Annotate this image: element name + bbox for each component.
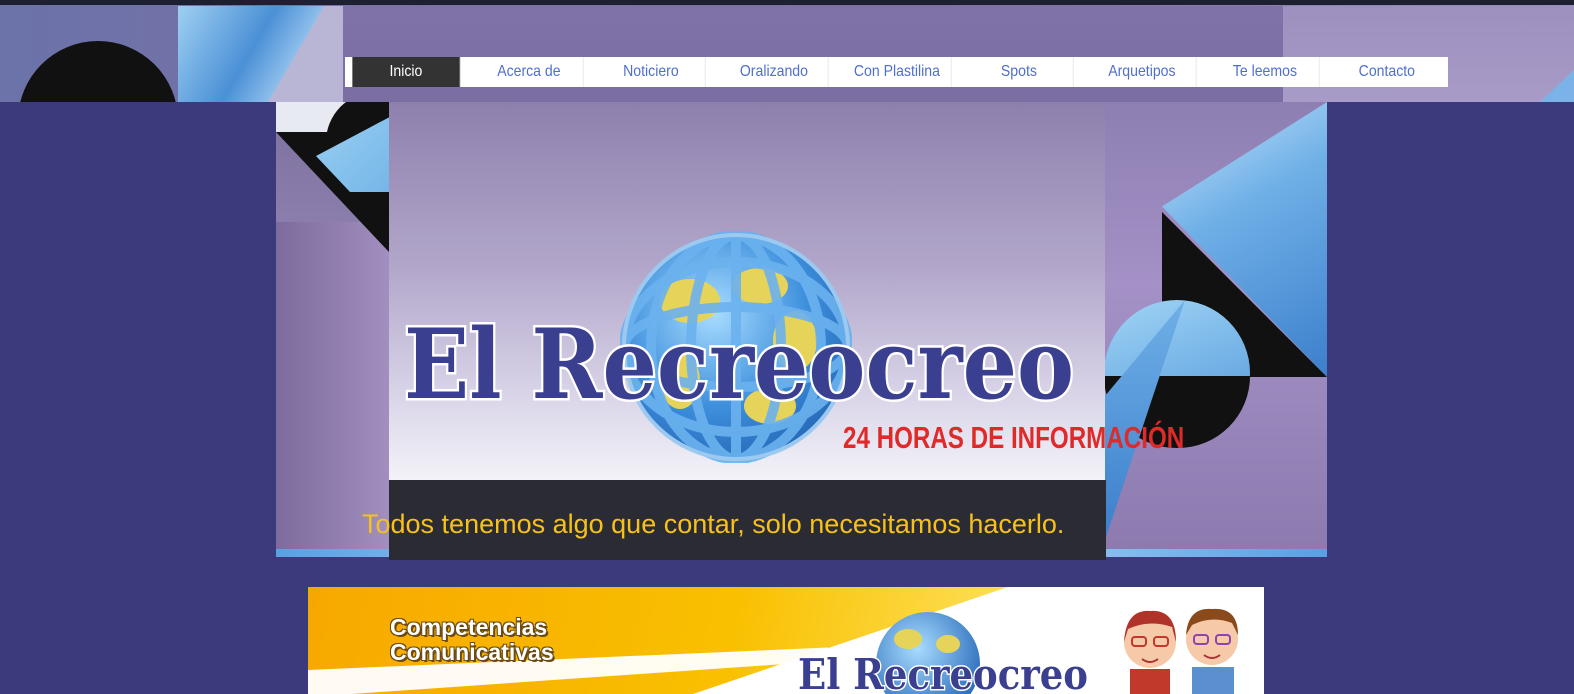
decorative-panel [276,222,389,557]
svg-text:El Recreocreo: El Recreocreo [798,650,1088,694]
nav-item-noticiero[interactable]: Noticiero [598,57,706,87]
nav-label: Noticiero [623,63,680,80]
kids-illustration-icon [1124,608,1238,694]
nav-item-oralizando[interactable]: Oralizando [720,57,829,87]
nav-item-inicio[interactable]: Inicio [352,57,461,87]
header-top-line [0,0,1574,5]
nav-label: Spots [1001,63,1038,80]
header-right-panel [1283,6,1574,102]
header-panel [343,6,1283,102]
logo-wordmark: El Recreocreo [404,306,1077,414]
nav-item-acerca-de[interactable]: Acerca de [475,57,583,87]
banner-title-line: Competencias [390,614,548,640]
svg-text:El Recreocreo: El Recreocreo [404,308,1074,413]
main-navigation: Inicio Acerca de Noticiero Oralizando Co… [345,57,1448,87]
nav-label: Arquetipos [1108,63,1176,80]
banner-title-line: Comunicativas [390,639,554,665]
banner-title: Competencias Comunicativas [390,615,670,665]
nav-item-contacto[interactable]: Contacto [1334,57,1441,87]
nav-label: Te leemos [1232,63,1297,80]
nav-label: Acerca de [496,63,561,80]
banner-logo: El Recreocreo [798,612,1090,694]
nav-item-con-plastilina[interactable]: Con Plastilina [843,57,951,87]
slogan: 24 HORAS DE INFORMACIÓN [843,420,1185,455]
promo-banner[interactable]: Competencias Comunicativas El Recreocreo [308,587,1264,694]
nav-label: Oralizando [739,63,808,80]
nav-label: Inicio [389,63,423,80]
nav-label: Contacto [1359,63,1416,80]
tagline: Todos tenemos algo que contar, solo nece… [362,509,1065,539]
decorative-circle [18,41,178,102]
nav-item-te-leemos[interactable]: Te leemos [1211,57,1320,87]
nav-label: Con Plastilina [853,63,940,80]
nav-item-spots[interactable]: Spots [966,57,1074,87]
decorative-band [178,6,343,102]
nav-item-arquetipos[interactable]: Arquetipos [1088,57,1197,87]
